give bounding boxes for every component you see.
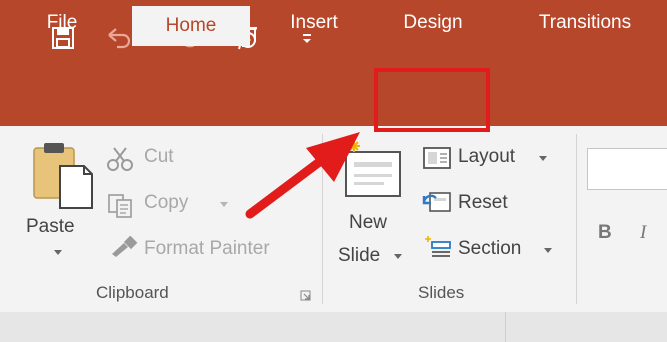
bold-button[interactable]: B — [598, 222, 612, 244]
tab-transitions[interactable]: Transitions — [510, 0, 660, 46]
format-painter-button[interactable]: Format Painter — [144, 238, 270, 260]
new-slide-label-2: Slide — [338, 245, 381, 266]
ribbon-tab-bar — [0, 80, 667, 126]
copy-icon — [108, 194, 132, 218]
group-divider — [576, 134, 577, 304]
section-icon — [425, 236, 451, 257]
copy-dropdown-icon[interactable] — [218, 200, 230, 208]
clipboard-group-label: Clipboard — [96, 283, 169, 302]
section-button[interactable]: Section — [458, 238, 521, 260]
format-painter-icon — [112, 236, 138, 257]
pane-divider — [505, 312, 506, 342]
pane-area — [0, 312, 667, 342]
clipboard-launcher-icon[interactable] — [300, 290, 312, 302]
layout-icon — [423, 147, 451, 169]
new-slide-dropdown-icon[interactable] — [392, 252, 404, 260]
paste-dropdown-icon[interactable] — [52, 248, 64, 256]
font-name-input[interactable] — [587, 148, 667, 190]
slides-group-label: Slides — [418, 283, 465, 302]
cut-button[interactable]: Cut — [144, 146, 174, 168]
tab-home[interactable]: Home — [132, 6, 250, 46]
cut-icon — [107, 147, 133, 171]
paste-icon — [33, 143, 93, 209]
layout-dropdown-icon[interactable] — [537, 154, 549, 162]
tab-file[interactable]: File — [30, 0, 94, 46]
italic-button[interactable]: I — [640, 222, 646, 244]
section-dropdown-icon[interactable] — [542, 246, 554, 254]
paste-label: Paste — [26, 216, 75, 237]
paste-button[interactable] — [26, 140, 98, 215]
copy-button[interactable]: Copy — [144, 192, 188, 214]
tab-insert[interactable]: Insert — [268, 0, 360, 46]
tab-design[interactable]: Design — [380, 0, 486, 46]
reset-icon — [422, 192, 451, 212]
reset-button[interactable]: Reset — [458, 192, 508, 214]
annotation-arrow-icon — [245, 132, 360, 219]
layout-button[interactable]: Layout — [458, 146, 515, 168]
design-tab-highlight — [374, 68, 490, 132]
